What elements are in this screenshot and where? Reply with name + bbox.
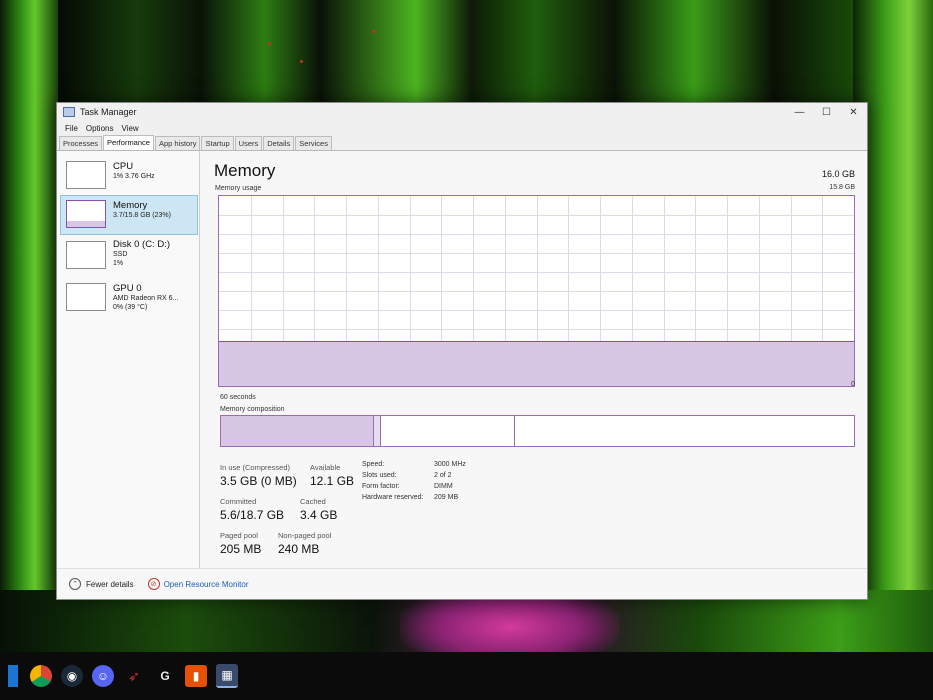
discord-icon[interactable]: ☺ bbox=[92, 665, 114, 687]
memory-usage-fill bbox=[219, 341, 854, 386]
sidebar-item-title: GPU 0 bbox=[113, 283, 142, 294]
composition-standby bbox=[381, 416, 516, 446]
menu-file[interactable]: File bbox=[61, 124, 82, 133]
title-bar[interactable]: Task Manager — ☐ ✕ bbox=[57, 103, 867, 121]
stat-value: 205 MB bbox=[220, 542, 262, 556]
tab-services[interactable]: Services bbox=[295, 136, 332, 150]
sidebar-item-detail: 1% 3.76 GHz bbox=[113, 173, 155, 180]
stat-value: 3.4 GB bbox=[300, 508, 338, 522]
stat-value: 5.6/18.7 GB bbox=[220, 508, 285, 522]
memory-usage-label: Memory usage bbox=[215, 185, 262, 192]
disk-thumbnail-graph bbox=[66, 241, 106, 269]
task-manager-icon bbox=[63, 107, 75, 117]
composition-modified bbox=[373, 416, 382, 446]
chevron-up-icon[interactable]: ⌃ bbox=[69, 578, 81, 590]
sidebar-item-detail: 1% bbox=[113, 260, 124, 267]
task-manager-taskbar-icon[interactable]: ▦ bbox=[216, 664, 238, 688]
game-launcher-icon[interactable]: ➶ bbox=[123, 665, 145, 687]
wallpaper-speck bbox=[268, 42, 271, 45]
composition-free bbox=[515, 416, 854, 446]
sidebar-item-gpu[interactable]: GPU 0 AMD Radeon RX 6... 0% (39 °C) bbox=[61, 279, 197, 317]
total-memory: 16.0 GB bbox=[821, 169, 855, 179]
memory-composition-label: Memory composition bbox=[220, 406, 285, 413]
menu-view[interactable]: View bbox=[117, 124, 142, 133]
chrome-icon[interactable] bbox=[30, 665, 52, 687]
cpu-thumbnail-graph bbox=[66, 161, 106, 189]
stat-label: Cached bbox=[300, 497, 326, 506]
stat-label: Committed bbox=[220, 497, 257, 506]
hardware-reserved-value: 209 MB bbox=[434, 494, 459, 501]
sidebar-item-detail: SSD bbox=[113, 251, 128, 258]
taskbar: ◉ ☺ ➶ G ▮ ▦ bbox=[0, 652, 933, 700]
tab-performance[interactable]: Performance bbox=[103, 135, 154, 150]
open-resource-monitor-link[interactable]: Open Resource Monitor bbox=[164, 580, 249, 589]
memory-thumbnail-graph bbox=[66, 200, 106, 228]
memory-hardware-details: Speed: 3000 MHz Slots used: 2 of 2 Form fa… bbox=[362, 459, 466, 503]
sidebar-item-title: CPU bbox=[113, 161, 134, 172]
footer-bar: ⌃ Fewer details ⊘ Open Resource Monitor bbox=[57, 568, 867, 599]
tab-strip: Processes Performance App history Startu… bbox=[57, 135, 867, 151]
tab-processes[interactable]: Processes bbox=[59, 136, 103, 150]
stat-value: 240 MB bbox=[278, 542, 320, 556]
wallpaper-top bbox=[58, 0, 853, 110]
stat-committed: Committed 5.6/18.7 GB bbox=[220, 497, 284, 522]
close-button[interactable]: ✕ bbox=[840, 107, 867, 118]
stat-label: Available bbox=[310, 463, 341, 472]
sidebar-item-title: Memory bbox=[113, 200, 148, 211]
speed-label: Speed: bbox=[362, 461, 385, 468]
stat-non-paged-pool: Non-paged pool 240 MB bbox=[278, 531, 331, 556]
page-title: Memory bbox=[214, 161, 276, 180]
stat-paged-pool: Paged pool 205 MB bbox=[220, 531, 261, 556]
tab-details[interactable]: Details bbox=[263, 136, 295, 150]
stat-value: 12.1 GB bbox=[310, 474, 355, 488]
stat-cached: Cached 3.4 GB bbox=[300, 497, 337, 522]
window-title: Task Manager bbox=[80, 107, 137, 117]
steam-icon[interactable]: ◉ bbox=[61, 665, 83, 687]
fewer-details-button[interactable]: Fewer details bbox=[86, 580, 134, 589]
wallpaper-speck bbox=[300, 60, 303, 63]
stat-label: In use (Compressed) bbox=[220, 463, 291, 472]
memory-usage-graph bbox=[218, 195, 855, 387]
memory-composition-bar bbox=[220, 415, 855, 447]
maximize-button[interactable]: ☐ bbox=[813, 107, 840, 118]
start-button[interactable] bbox=[8, 665, 18, 687]
memory-usage-max: 15.8 GB bbox=[829, 184, 855, 191]
sidebar-item-disk[interactable]: Disk 0 (C: D:) SSD 1% bbox=[61, 235, 197, 273]
sidebar-item-cpu[interactable]: CPU 1% 3.76 GHz bbox=[61, 157, 197, 195]
sidebar-item-detail: AMD Radeon RX 6... bbox=[113, 295, 179, 302]
sidebar-item-memory[interactable]: Memory 3.7/15.8 GB (23%) bbox=[60, 195, 198, 235]
performance-panel: CPU 1% 3.76 GHz Memory 3.7/15.8 GB (23%)… bbox=[57, 151, 867, 599]
sidebar-item-detail: 3.7/15.8 GB (23%) bbox=[113, 212, 171, 219]
graph-axis-end: 0 bbox=[851, 381, 855, 388]
gpu-thumbnail-graph bbox=[66, 283, 106, 311]
tab-startup[interactable]: Startup bbox=[201, 136, 234, 150]
office-icon[interactable]: ▮ bbox=[185, 665, 207, 687]
sidebar-item-detail: 0% (39 °C) bbox=[113, 304, 148, 311]
menu-bar: File Options View bbox=[57, 121, 867, 135]
hardware-reserved-label: Hardware reserved: bbox=[362, 494, 424, 501]
stat-label: Non-paged pool bbox=[278, 531, 332, 540]
slots-value: 2 of 2 bbox=[434, 472, 452, 479]
resource-monitor-icon: ⊘ bbox=[147, 578, 160, 590]
performance-sidebar: CPU 1% 3.76 GHz Memory 3.7/15.8 GB (23%)… bbox=[57, 151, 200, 569]
graph-axis-start: 60 seconds bbox=[220, 394, 256, 401]
task-manager-window: Task Manager — ☐ ✕ File Options View Pro… bbox=[56, 102, 868, 600]
form-factor-value: DIMM bbox=[434, 483, 453, 490]
memory-details: Memory 16.0 GB Memory usage 15.8 GB 60 s… bbox=[212, 151, 855, 569]
tab-users[interactable]: Users bbox=[234, 136, 263, 150]
composition-in-use bbox=[221, 416, 374, 446]
g-hub-icon[interactable]: G bbox=[154, 665, 176, 687]
tab-app-history[interactable]: App history bbox=[154, 136, 201, 150]
sidebar-item-title: Disk 0 (C: D:) bbox=[113, 239, 170, 250]
wallpaper-speck bbox=[372, 30, 375, 33]
stat-available: Available 12.1 GB bbox=[310, 463, 354, 488]
form-factor-label: Form factor: bbox=[362, 483, 400, 490]
slots-label: Slots used: bbox=[362, 472, 397, 479]
stat-label: Paged pool bbox=[220, 531, 258, 540]
stat-value: 3.5 GB (0 MB) bbox=[220, 474, 297, 488]
stat-in-use: In use (Compressed) 3.5 GB (0 MB) bbox=[220, 463, 297, 488]
speed-value: 3000 MHz bbox=[434, 461, 466, 468]
menu-options[interactable]: Options bbox=[82, 124, 118, 133]
minimize-button[interactable]: — bbox=[786, 107, 813, 118]
